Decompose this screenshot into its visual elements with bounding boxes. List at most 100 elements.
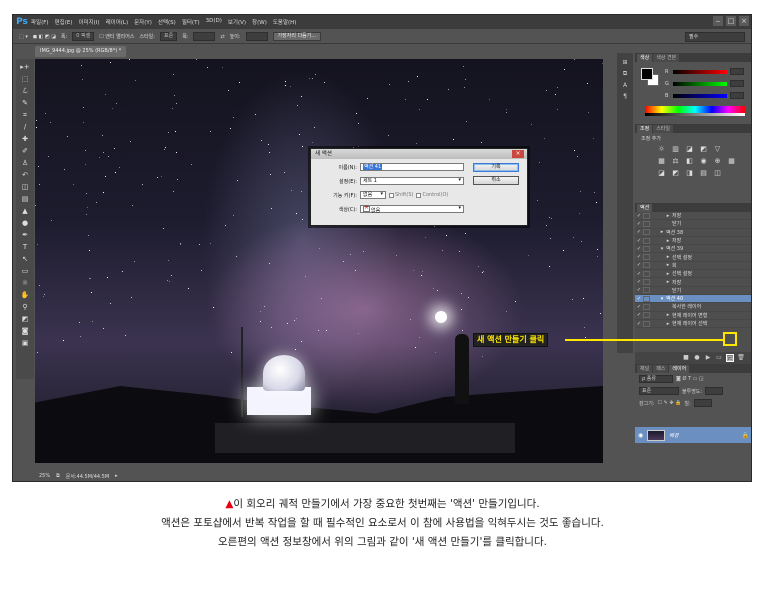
action-row[interactable]: ✓ 닫기 (635, 287, 751, 295)
maximize-button[interactable]: □ (726, 16, 736, 26)
status-arrow-icon[interactable]: ▸ (115, 473, 118, 479)
expand-arrow-icon[interactable]: ▸ (658, 229, 666, 235)
color-balance-icon[interactable]: ⚖ (671, 157, 680, 165)
tab-actions[interactable]: 액션 (637, 204, 653, 212)
tab-paths[interactable]: 패스 (653, 365, 669, 373)
pen-tool-icon[interactable]: ✒ (18, 230, 32, 241)
expand-arrow-icon[interactable]: ▾ (658, 246, 666, 252)
hand-tool-icon[interactable]: ✋ (18, 290, 32, 301)
dialog-close-button[interactable]: × (512, 150, 524, 158)
move-tool-icon[interactable]: ▸+ (18, 62, 32, 73)
toggle-check-icon[interactable]: ✓ (635, 287, 643, 293)
menu-item[interactable]: 도움말(H) (273, 18, 297, 26)
action-row[interactable]: ✓ ▸ 선택 설정 (635, 270, 751, 279)
threshold-icon[interactable]: ◨ (685, 169, 694, 177)
expand-arrow-icon[interactable]: ▸ (664, 279, 672, 285)
menu-item[interactable]: 창(W) (252, 18, 267, 26)
layer-background[interactable]: ◉ 배경 🔒 (635, 427, 751, 443)
dialog-toggle[interactable] (643, 270, 650, 277)
toggle-check-icon[interactable]: ✓ (635, 246, 643, 252)
levels-icon[interactable]: ▥ (671, 145, 680, 153)
properties-icon[interactable]: ⧉ (623, 70, 627, 78)
action-row[interactable]: ✓ ▸ 액션 38 (635, 229, 751, 237)
dialog-toggle[interactable] (643, 220, 650, 227)
tab-color[interactable]: 색상 (637, 54, 653, 62)
dialog-toggle[interactable] (643, 212, 650, 219)
path-select-tool-icon[interactable]: ↖ (18, 254, 32, 265)
hue-sat-icon[interactable]: ▦ (657, 157, 666, 165)
action-row[interactable]: ✓ ▸ 회 (635, 262, 751, 271)
paragraph-icon[interactable]: ¶ (623, 93, 627, 100)
blend-mode-select[interactable]: 표준 (639, 387, 679, 395)
dialog-toggle[interactable] (643, 295, 650, 302)
tab-channels[interactable]: 채널 (637, 365, 653, 373)
history-icon[interactable]: ⊞ (622, 59, 627, 66)
menu-item[interactable]: 파일(F) (31, 18, 49, 26)
action-row[interactable]: ✓ ▸ 선택 설정 (635, 253, 751, 262)
slider-g-value[interactable] (730, 80, 744, 87)
vibrance-icon[interactable]: ▽ (713, 145, 722, 153)
tab-styles[interactable]: 스타일 (653, 125, 674, 133)
width-input[interactable] (193, 32, 216, 41)
expand-arrow-icon[interactable]: ▸ (664, 262, 672, 268)
toggle-check-icon[interactable]: ✓ (635, 254, 643, 260)
screen-mode-icon[interactable]: ▣ (18, 338, 32, 349)
color-select[interactable]: 없음 (360, 205, 464, 214)
action-row[interactable]: ✓ ▸ 현재 레이어 선택 (635, 320, 751, 329)
record-button[interactable]: 기록 (473, 163, 519, 172)
control-checkbox[interactable]: Control(O) (416, 192, 448, 198)
action-row[interactable]: ✓ 복사한 레이어 (635, 303, 751, 312)
zoom-tool-icon[interactable]: ⚲ (18, 302, 32, 313)
action-row[interactable]: ✓ ▸ 저장 (635, 237, 751, 246)
toggle-check-icon[interactable]: ✓ (635, 262, 643, 268)
color-spectrum[interactable] (645, 106, 745, 116)
play-icon[interactable]: ▶ (704, 354, 712, 362)
cancel-button[interactable]: 취소 (473, 176, 519, 185)
set-select[interactable]: 세트 1 (360, 177, 464, 185)
toggle-check-icon[interactable]: ✓ (635, 296, 643, 302)
expand-arrow-icon[interactable]: ▾ (658, 296, 666, 302)
history-brush-tool-icon[interactable]: ↶ (18, 170, 32, 181)
marquee-tool-icon[interactable]: ⬚ ▾ (19, 34, 28, 40)
dialog-toggle[interactable] (643, 320, 650, 327)
slider-b-value[interactable] (730, 92, 744, 99)
slider-r-value[interactable] (730, 68, 744, 75)
curves-icon[interactable]: ◪ (685, 145, 694, 153)
lock-icons[interactable]: ☐ ✎ ✥ 🔒 (658, 400, 682, 406)
brush-tool-icon[interactable]: ✐ (18, 146, 32, 157)
brightness-icon[interactable]: ☼ (657, 145, 666, 153)
stop-icon[interactable]: ■ (682, 354, 690, 362)
menu-item[interactable]: 이미지(I) (78, 18, 99, 26)
selection-mode-icons[interactable]: ◼ ◧ ◩ ◪ (33, 34, 56, 40)
shift-checkbox[interactable]: Shift(S) (389, 192, 413, 198)
visibility-eye-icon[interactable]: ◉ (638, 432, 643, 439)
action-row[interactable]: ✓ ▸ 저장 (635, 278, 751, 287)
tab-adjustments[interactable]: 조정 (637, 125, 653, 133)
crop-tool-icon[interactable]: ⌗ (18, 110, 32, 121)
eyedropper-tool-icon[interactable]: ∕ (18, 122, 32, 133)
refine-edge-button[interactable]: 가장자리 다듬기... (272, 32, 322, 41)
expand-arrow-icon[interactable]: ▸ (664, 312, 672, 318)
height-input[interactable] (245, 32, 268, 41)
menu-item[interactable]: 문자(Y) (134, 18, 152, 26)
photo-filter-icon[interactable]: ◉ (699, 157, 708, 165)
expand-arrow-icon[interactable]: ▸ (664, 213, 672, 219)
posterize-icon[interactable]: ◩ (671, 169, 680, 177)
layer-kind-select[interactable]: ρ 종류 (639, 375, 673, 383)
expand-arrow-icon[interactable]: ▸ (664, 238, 672, 244)
foreground-color-swatch[interactable] (641, 68, 653, 80)
expand-arrow-icon[interactable]: ▸ (664, 321, 672, 327)
menu-item[interactable]: 선택(S) (158, 18, 176, 26)
healing-tool-icon[interactable]: ✚ (18, 134, 32, 145)
toggle-check-icon[interactable]: ✓ (635, 229, 643, 235)
tab-swatches[interactable]: 색상 견본 (653, 54, 680, 62)
toggle-check-icon[interactable]: ✓ (635, 221, 643, 227)
slider-g-track[interactable] (673, 81, 727, 86)
lasso-tool-icon[interactable]: ℒ (18, 86, 32, 97)
blur-tool-icon[interactable]: ▲ (18, 206, 32, 217)
zoom-level[interactable]: 25% (39, 473, 50, 479)
expand-arrow-icon[interactable]: ▸ (664, 254, 672, 260)
dodge-tool-icon[interactable]: ● (18, 218, 32, 229)
toggle-check-icon[interactable]: ✓ (635, 238, 643, 244)
dialog-toggle[interactable] (643, 262, 650, 269)
